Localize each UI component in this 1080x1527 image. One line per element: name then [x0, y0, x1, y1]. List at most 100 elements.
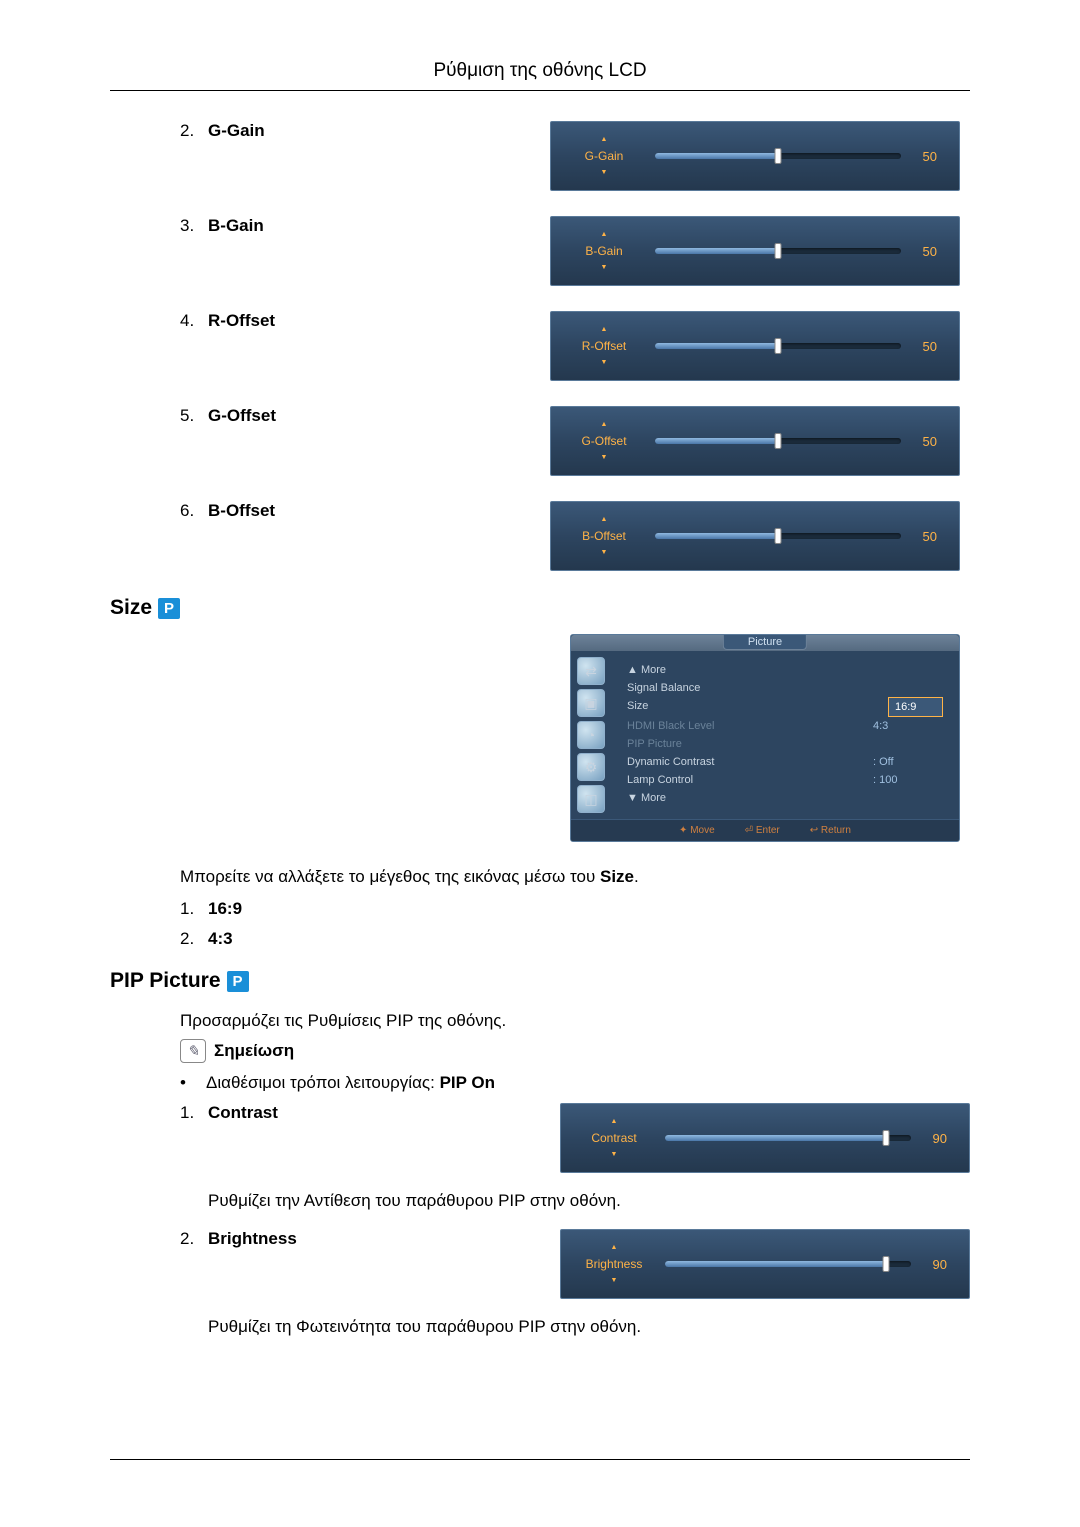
- setting-name: G-Offset: [208, 406, 338, 426]
- osd-slider-track[interactable]: [655, 438, 901, 444]
- list-number: 5.: [180, 406, 208, 426]
- osd-slider-knob[interactable]: [883, 1130, 890, 1146]
- menu-item-label: Lamp Control: [627, 771, 873, 789]
- osd-icon-timer: ◔: [577, 721, 605, 749]
- menu-more-top[interactable]: ▲ More: [627, 661, 943, 679]
- size-description: Μπορείτε να αλλάξετε το μέγεθος της εικό…: [110, 867, 970, 887]
- menu-item: HDMI Black Level4:3: [627, 717, 943, 735]
- setting-name: B-Gain: [208, 216, 338, 236]
- pip-items: 1. Contrast Contrast 90 Ρυθμίζει την Αντ…: [110, 1103, 970, 1337]
- osd-slider-panel: G-Offset 50: [550, 406, 960, 476]
- pip-heading-text: PIP Picture: [110, 969, 221, 993]
- list-item: 1. 16:9: [180, 899, 970, 919]
- osd-slider-track[interactable]: [665, 1135, 911, 1141]
- note-label: Σημείωση: [214, 1041, 294, 1061]
- p-icon: P: [158, 598, 180, 619]
- osd-menu-list: ▲ More Signal Balance Size16:9 HDMI Blac…: [617, 657, 953, 813]
- pip-setting-name: Brightness: [208, 1229, 348, 1249]
- setting-row: 2. G-Gain G-Gain 50: [180, 121, 960, 191]
- menu-item[interactable]: Lamp Control: 100: [627, 771, 943, 789]
- pip-picture-heading: PIP Picture P: [110, 969, 970, 993]
- osd-slider-label: G-Offset: [573, 434, 635, 448]
- osd-slider-knob[interactable]: [775, 528, 782, 544]
- menu-value: [873, 735, 943, 753]
- list-number: 3.: [180, 216, 208, 236]
- setting-name: B-Offset: [208, 501, 338, 521]
- menu-value: [873, 679, 943, 697]
- list-number: 2.: [180, 121, 208, 141]
- osd-slider-track[interactable]: [655, 533, 901, 539]
- osd-slider-label: B-Offset: [573, 529, 635, 543]
- p-icon: P: [227, 971, 249, 992]
- size-options-list: 1. 16:9 2. 4:3: [110, 899, 970, 949]
- osd-slider-track[interactable]: [655, 248, 901, 254]
- osd-slider-knob[interactable]: [775, 338, 782, 354]
- pip-setting-desc: Ρυθμίζει την Αντίθεση του παράθυρου PIP …: [110, 1191, 970, 1211]
- menu-item-label: PIP Picture: [627, 735, 873, 753]
- size-heading: Size P: [110, 596, 970, 620]
- osd-picture-menu: Picture ⇄ ▣ ◔ ⚙ ◫ ▲ More Signal Balance …: [570, 634, 960, 842]
- osd-slider-label: Contrast: [583, 1131, 645, 1145]
- pip-setting-row: 2. Brightness Brightness 90: [110, 1229, 970, 1299]
- list-label: 4:3: [208, 929, 233, 949]
- osd-slider-panel: Brightness 90: [560, 1229, 970, 1299]
- menu-item-label: Dynamic Contrast: [627, 753, 873, 771]
- pip-setting-desc: Ρυθμίζει τη Φωτεινότητα του παράθυρου PI…: [110, 1317, 970, 1337]
- menu-item-label: Signal Balance: [627, 679, 873, 697]
- menu-item: PIP Picture: [627, 735, 943, 753]
- osd-slider-panel: Contrast 90: [560, 1103, 970, 1173]
- top-rule: [110, 90, 970, 91]
- osd-slider-panel: G-Gain 50: [550, 121, 960, 191]
- menu-item[interactable]: Dynamic Contrast: Off: [627, 753, 943, 771]
- color-gain-offset-list: 2. G-Gain G-Gain 50 3. B-Gain B-Gain 50: [110, 121, 970, 571]
- size-heading-text: Size: [110, 596, 152, 620]
- osd-slider-track[interactable]: [655, 343, 901, 349]
- list-number: 2.: [180, 1229, 208, 1249]
- osd-foot-move: ✦ Move: [679, 825, 715, 836]
- pip-setting-name: Contrast: [208, 1103, 348, 1123]
- osd-icon-picture: ▣: [577, 689, 605, 717]
- menu-item[interactable]: Signal Balance: [627, 679, 943, 697]
- osd-slider-knob[interactable]: [775, 433, 782, 449]
- menu-value: : Off: [873, 753, 943, 771]
- menu-more-bottom[interactable]: ▼ More: [627, 789, 943, 807]
- menu-item-label: HDMI Black Level: [627, 717, 873, 735]
- pip-mode-bullet: • Διαθέσιμοι τρόποι λειτουργίας: PIP On: [110, 1073, 970, 1093]
- osd-slider-knob[interactable]: [775, 243, 782, 259]
- osd-foot-enter: ⏎ Enter: [745, 825, 780, 836]
- osd-slider-knob[interactable]: [883, 1256, 890, 1272]
- list-number: 1.: [180, 1103, 208, 1123]
- note-row: ✎ Σημείωση: [110, 1039, 970, 1063]
- bottom-rule: [110, 1459, 970, 1460]
- list-number: 1.: [180, 899, 208, 919]
- osd-slider-panel: B-Offset 50: [550, 501, 960, 571]
- list-number: 2.: [180, 929, 208, 949]
- page-title: Ρύθμιση της οθόνης LCD: [110, 60, 970, 82]
- osd-slider-knob[interactable]: [775, 148, 782, 164]
- osd-slider-value: 50: [911, 434, 937, 449]
- setting-name: G-Gain: [208, 121, 338, 141]
- osd-slider-panel: B-Gain 50: [550, 216, 960, 286]
- osd-menu-footer: ✦ Move ⏎ Enter ↩ Return: [571, 819, 959, 841]
- menu-value: : 100: [873, 771, 943, 789]
- osd-menu-icon-column: ⇄ ▣ ◔ ⚙ ◫: [577, 657, 617, 813]
- osd-slider-label: B-Gain: [573, 244, 635, 258]
- osd-slider-panel: R-Offset 50: [550, 311, 960, 381]
- setting-row: 5. G-Offset G-Offset 50: [180, 406, 960, 476]
- pip-description: Προσαρμόζει τις Ρυθμίσεις PIP της οθόνης…: [110, 1011, 970, 1031]
- osd-menu-tab: Picture: [723, 635, 807, 650]
- osd-slider-track[interactable]: [655, 153, 901, 159]
- osd-slider-value: 50: [911, 149, 937, 164]
- osd-icon-multi: ◫: [577, 785, 605, 813]
- osd-icon-settings: ⚙: [577, 753, 605, 781]
- menu-value-selected[interactable]: 16:9: [888, 697, 943, 717]
- setting-row: 4. R-Offset R-Offset 50: [180, 311, 960, 381]
- menu-item-label: Size: [627, 697, 888, 717]
- osd-slider-value: 50: [911, 244, 937, 259]
- osd-slider-label: G-Gain: [573, 149, 635, 163]
- osd-slider-value: 50: [911, 339, 937, 354]
- menu-item[interactable]: Size16:9: [627, 697, 943, 717]
- osd-slider-label: Brightness: [583, 1257, 645, 1271]
- osd-foot-return: ↩ Return: [810, 825, 851, 836]
- osd-slider-track[interactable]: [665, 1261, 911, 1267]
